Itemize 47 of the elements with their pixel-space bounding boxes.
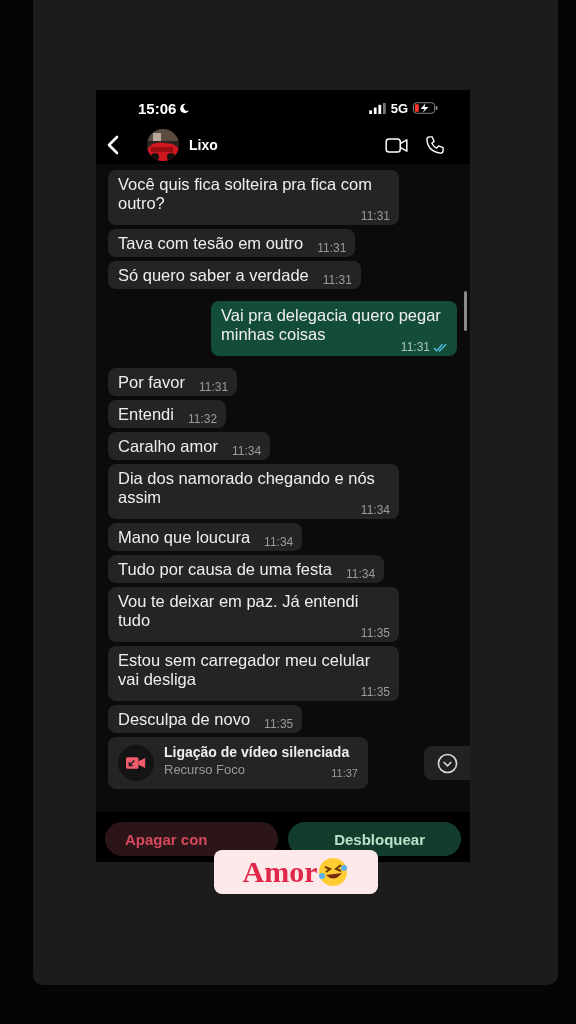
message-text: Por favor: [118, 373, 185, 392]
call-title: Ligação de vídeo silenciada: [164, 744, 351, 761]
message-text: Dia dos namorado chegando e nós assim: [118, 469, 375, 506]
message-time: 11:34: [263, 536, 294, 549]
message-time: 11:34: [359, 504, 390, 517]
message-text: Caralho amor: [118, 437, 218, 456]
message-text: Tudo por causa de uma festa: [118, 560, 333, 579]
message-time: 11:31: [197, 381, 229, 394]
signal-icon: [368, 102, 386, 114]
action-button[interactable]: Apagar con: [105, 822, 278, 856]
video-call-icon[interactable]: [385, 137, 408, 153]
contact-name[interactable]: Lixo: [189, 137, 218, 153]
message-text: Vai pra delegacia quero pegar minhas coisas: [221, 306, 442, 343]
chevron-down-icon: [436, 752, 458, 774]
status-time: 15:06: [138, 99, 177, 117]
message-text: Entendi: [118, 405, 174, 424]
message-time: 11:31: [316, 242, 347, 255]
message-text: Mano que loucura: [118, 528, 251, 547]
message-text: Tava com tesão em outro: [118, 234, 304, 253]
missed-video-call-icon: [118, 745, 154, 781]
missed-call-card[interactable]: Ligação de vídeo silenciada Recurso Foco 11:37: [108, 737, 368, 789]
message-text: Desculpa de novo: [118, 710, 251, 729]
message-time: 11:34: [345, 568, 376, 581]
message-time: 11:37: [331, 766, 358, 781]
sticker-text: Amor: [242, 855, 318, 889]
message-time: 11:31: [359, 210, 390, 223]
message-time: 11:32: [186, 413, 218, 426]
message-text: Só quero saber a verdade: [118, 266, 309, 285]
laughing-face-icon: [317, 856, 350, 888]
message-text: Vou te deixar em paz. Já entendi tudo: [118, 592, 360, 630]
message-time: 11:35: [359, 686, 390, 699]
message-time: 11:35: [263, 718, 294, 731]
message-text: Estou sem carregador meu celular vai desliga: [118, 651, 371, 688]
network-label: 5G: [390, 100, 408, 116]
message-time: 11:35: [359, 627, 390, 640]
back-icon[interactable]: [107, 135, 119, 155]
action-button[interactable]: Desbloquear: [287, 822, 461, 856]
message-time: 11:31: [400, 341, 430, 354]
phone-icon[interactable]: [426, 136, 444, 154]
scroll-bar[interactable]: [464, 291, 467, 331]
call-subtitle: Recurso Foco: [164, 761, 245, 779]
scroll-down-button[interactable]: [424, 746, 470, 780]
message-text: Você quis fica solteira pra fica com outro?: [118, 175, 373, 212]
message-time: 11:34: [230, 445, 262, 458]
battery-icon: [413, 102, 438, 114]
message-time: 11:31: [321, 274, 352, 287]
moon-icon: [179, 102, 191, 114]
